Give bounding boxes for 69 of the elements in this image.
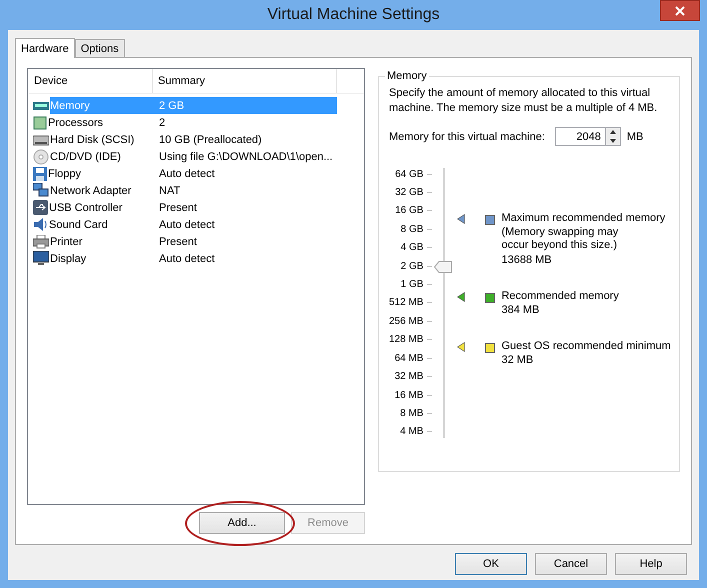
- device-summary[interactable]: Using file G:\DOWNLOAD\1\open...: [153, 148, 337, 165]
- monitor-icon: [33, 251, 49, 266]
- device-name[interactable]: Processors: [48, 114, 153, 131]
- legend-note: (Memory swapping may occur beyond this size.): [501, 226, 620, 252]
- device-summary[interactable]: NAT: [153, 182, 337, 199]
- add-button[interactable]: Add...: [199, 512, 285, 534]
- tick-label: 256 MB: [389, 316, 424, 327]
- tick-label: 128 MB: [389, 334, 424, 346]
- device-name[interactable]: Floppy: [48, 165, 153, 182]
- network-icon: [33, 183, 49, 198]
- close-icon: [675, 6, 685, 16]
- memory-chip-icon: [33, 100, 49, 110]
- device-summary[interactable]: Auto detect: [153, 216, 337, 233]
- tab[interactable]: Hardware: [15, 38, 75, 58]
- tick-label: 32 MB: [394, 371, 424, 382]
- tick-label: 64 GB: [395, 168, 424, 180]
- tab[interactable]: Options: [74, 39, 125, 57]
- dialog-button[interactable]: Help: [615, 553, 687, 575]
- column-header[interactable]: Summary: [153, 69, 337, 93]
- close-button[interactable]: [660, 0, 700, 21]
- device-summary[interactable]: 10 GB (Preallocated): [153, 131, 337, 148]
- group-title: Memory: [386, 70, 428, 82]
- field-label: Memory for this virtual machine:: [389, 130, 545, 142]
- tick-label: 16 GB: [395, 205, 424, 216]
- device-name[interactable]: Hard Disk (SCSI): [50, 131, 153, 148]
- tick-label: 4 MB: [400, 426, 424, 438]
- dialog-button[interactable]: OK: [455, 553, 527, 575]
- slider-thumb[interactable]: [434, 261, 452, 274]
- device-summary[interactable]: 2: [153, 114, 337, 131]
- device-summary[interactable]: Auto detect: [153, 250, 337, 267]
- legend-value: 32 MB: [501, 354, 534, 366]
- legend-value: 13688 MB: [501, 254, 553, 266]
- tick-label: 8 GB: [400, 224, 424, 235]
- device-name[interactable]: USB Controller: [49, 199, 153, 216]
- unit-label: MB: [626, 130, 644, 142]
- device-name[interactable]: Printer: [50, 233, 153, 250]
- tick-label: 2 GB: [400, 260, 424, 272]
- legend-value: 384 MB: [501, 304, 540, 316]
- device-name[interactable]: Sound Card: [49, 216, 153, 233]
- description-text: Specify the amount of memory allocated to this virtual machine. The memory size must be a multiple of 4 MB.: [389, 86, 658, 116]
- legend-label: Recommended memory: [501, 290, 619, 302]
- column-header[interactable]: Device: [29, 69, 153, 93]
- tick-label: 1 GB: [400, 279, 424, 290]
- tick-label: 64 MB: [394, 352, 424, 364]
- device-summary[interactable]: Present: [153, 199, 337, 216]
- legend-label: Maximum recommended memory: [501, 212, 666, 224]
- device-name[interactable]: CD/DVD (IDE): [50, 148, 153, 165]
- tick-label: 512 MB: [389, 297, 424, 308]
- usb-icon: [33, 200, 48, 215]
- processor-icon: [33, 116, 47, 130]
- spin-up-button[interactable]: [606, 128, 620, 136]
- up-arrow-icon: [610, 130, 616, 134]
- window-title: Virtual Machine Settings: [267, 6, 440, 24]
- legend-label: Guest OS recommended minimum: [501, 340, 671, 352]
- down-arrow-icon: [610, 138, 616, 143]
- device-summary[interactable]: Present: [153, 233, 337, 250]
- speaker-icon: [33, 217, 48, 232]
- printer-icon: [33, 234, 49, 248]
- device-name[interactable]: Display: [50, 250, 153, 267]
- device-summary[interactable]: Auto detect: [153, 165, 337, 182]
- tick-label: 8 MB: [400, 408, 424, 419]
- tick-label: 4 GB: [400, 242, 424, 254]
- tick-label: 32 GB: [395, 186, 424, 198]
- memory-input-field[interactable]: 2048: [554, 127, 605, 146]
- floppy-icon: [33, 166, 47, 180]
- dialog-button[interactable]: Cancel: [535, 553, 607, 575]
- device-name[interactable]: Network Adapter: [50, 182, 153, 199]
- disc-icon: [33, 148, 49, 164]
- tick-label: 16 MB: [394, 390, 424, 401]
